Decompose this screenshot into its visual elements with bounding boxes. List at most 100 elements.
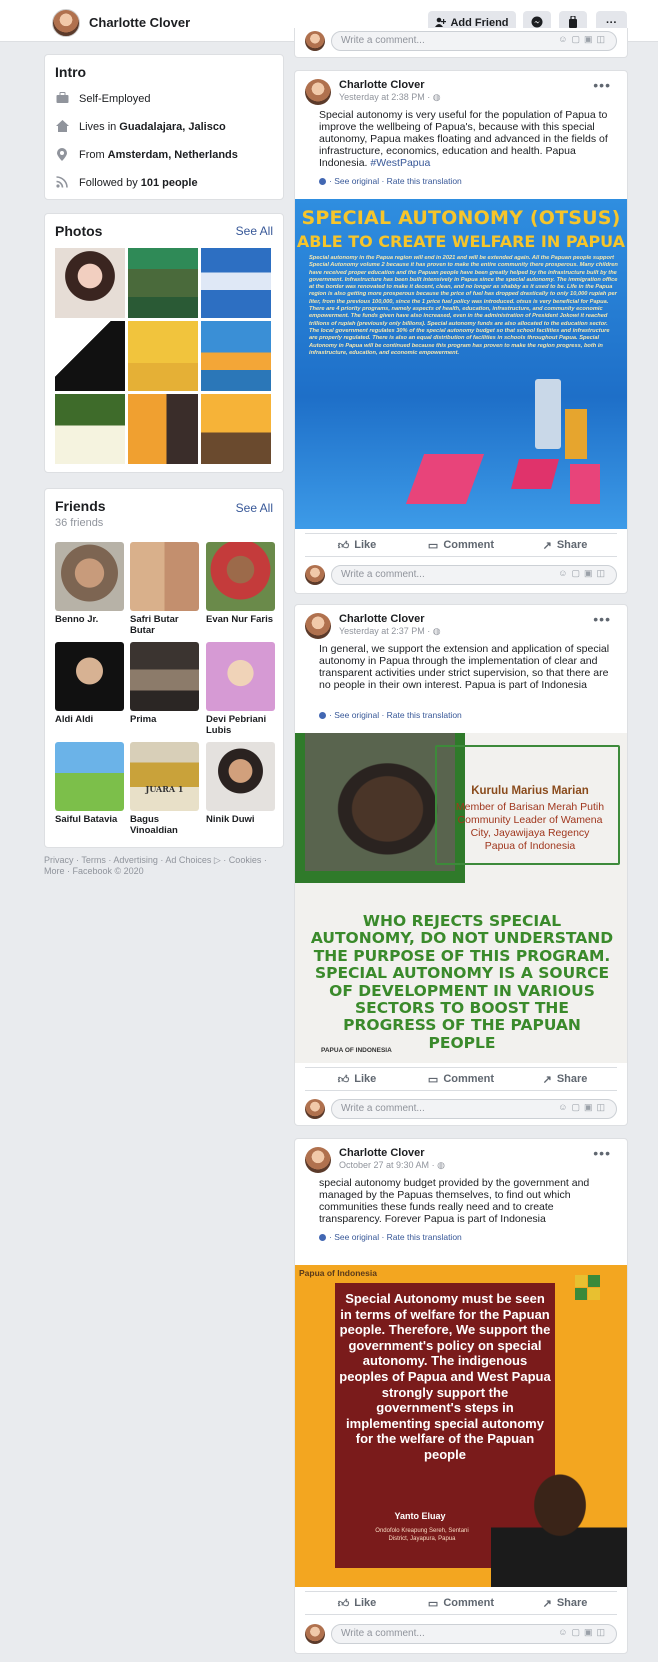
post-image[interactable]: SPECIAL AUTONOMY (OTSUS) ABLE TO CREATE … [295, 199, 627, 529]
rate-translation-link[interactable]: Rate this translation [387, 710, 462, 720]
share-icon: ↗ [542, 1073, 552, 1086]
friend-card[interactable]: Evan Nur Faris [206, 542, 275, 625]
like-button[interactable]: 👍︎ Like [305, 534, 409, 556]
post-card: Charlotte Clover October 27 at 9:30 AM ·… [294, 1138, 628, 1654]
photo-thumbnail[interactable] [201, 394, 271, 464]
post-timestamp[interactable]: Yesterday at 2:38 PM · ◍ [339, 92, 441, 103]
post-image-title-2: ABLE TO CREATE WELFARE IN PAPUA [296, 232, 626, 251]
friend-card[interactable]: Prima [130, 642, 199, 725]
post-author-avatar[interactable] [305, 613, 331, 639]
friend-card[interactable]: Benno Jr. [55, 542, 124, 625]
friend-name[interactable]: Devi Pebriani Lubis [206, 714, 275, 736]
friend-card[interactable]: Saiful Batavia [55, 742, 124, 825]
post-timestamp[interactable]: Yesterday at 2:37 PM · ◍ [339, 626, 441, 637]
see-original-link[interactable]: See original [334, 1232, 379, 1242]
intro-from-prefix: From [79, 149, 105, 161]
friends-see-all-link[interactable]: See All [236, 501, 273, 515]
post-options-icon[interactable]: ••• [593, 611, 611, 627]
photo-thumbnail[interactable] [128, 248, 198, 318]
friend-name[interactable]: Bagus Vinoaldian [130, 814, 199, 836]
friend-photo[interactable] [206, 542, 275, 611]
friend-card[interactable]: JUARA 1 Bagus Vinoaldian [130, 742, 199, 836]
comment-button[interactable]: ▭ Comment [409, 1068, 513, 1090]
rate-translation-link[interactable]: Rate this translation [387, 176, 462, 186]
friend-card[interactable]: Devi Pebriani Lubis [206, 642, 275, 736]
friend-name[interactable]: Benno Jr. [55, 614, 124, 625]
post-image[interactable]: Papua of Indonesia Special Autonomy must… [295, 1265, 627, 1587]
see-original-link[interactable]: See original [334, 176, 379, 186]
comment-tools-icons[interactable]: ☺▢▣◫ [558, 568, 609, 579]
post-author-name[interactable]: Charlotte Clover [339, 613, 425, 625]
share-button[interactable]: ↗ Share [513, 1068, 617, 1090]
friend-name[interactable]: Prima [130, 714, 199, 725]
rate-translation-link[interactable]: Rate this translation [387, 1232, 462, 1242]
comment-box: Write a comment... ☺▢▣◫ [305, 29, 617, 53]
post-author-avatar[interactable] [305, 79, 331, 105]
intro-title: Intro [55, 64, 87, 80]
friend-photo[interactable] [130, 542, 199, 611]
post-author-name[interactable]: Charlotte Clover [339, 1147, 425, 1159]
post-image[interactable]: Kurulu Marius Marian Member of Barisan M… [295, 733, 627, 1063]
page-footer-links[interactable]: Privacy · Terms · Advertising · Ad Choic… [44, 855, 274, 877]
post-timestamp[interactable]: October 27 at 9:30 AM · ◍ [339, 1160, 445, 1171]
hashtag-link[interactable]: #WestPapua [370, 157, 430, 169]
comment-button[interactable]: ▭ Comment [409, 1592, 513, 1614]
comment-tools-icons[interactable]: ☺▢▣◫ [558, 34, 609, 45]
commenter-avatar [305, 31, 325, 51]
photo-thumbnail[interactable] [55, 321, 125, 391]
friend-name[interactable]: Aldi Aldi [55, 714, 124, 725]
post-actions-bar: 👍︎ Like ▭ Comment ↗ Share [305, 1591, 617, 1615]
comment-tools-icons[interactable]: ☺▢▣◫ [558, 1102, 609, 1113]
photo-thumbnail[interactable] [201, 321, 271, 391]
image-brand: PAPUA OF INDONESIA [321, 1047, 392, 1054]
post-author-avatar[interactable] [305, 1147, 331, 1173]
comment-button[interactable]: ▭ Comment [409, 534, 513, 556]
photos-title[interactable]: Photos [55, 223, 102, 239]
profile-avatar[interactable] [52, 9, 80, 37]
like-icon: 👍︎ [337, 539, 350, 552]
intro-followers-link[interactable]: 101 people [141, 177, 198, 189]
friend-name[interactable]: Saiful Batavia [55, 814, 124, 825]
photo-thumbnail[interactable] [201, 248, 271, 318]
post-options-icon[interactable]: ••• [593, 1145, 611, 1161]
friend-photo[interactable] [55, 542, 124, 611]
see-original-link[interactable]: See original [334, 710, 379, 720]
friend-card[interactable]: Aldi Aldi [55, 642, 124, 725]
friend-card[interactable]: Ninik Duwi [206, 742, 275, 825]
translation-bar: · See original · Rate this translation [319, 710, 462, 720]
friend-photo[interactable] [206, 742, 275, 811]
friend-name[interactable]: Ninik Duwi [206, 814, 275, 825]
post-text: special autonomy budget provided by the … [319, 1177, 590, 1225]
comment-tools-icons[interactable]: ☺▢▣◫ [558, 1627, 609, 1638]
intro-lives-link[interactable]: Guadalajara, Jalisco [119, 121, 225, 133]
photo-thumbnail[interactable] [55, 394, 125, 464]
friends-title[interactable]: Friends [55, 498, 106, 514]
intro-lives-prefix: Lives in [79, 121, 117, 133]
post-author-name[interactable]: Charlotte Clover [339, 79, 425, 91]
friend-name[interactable]: Evan Nur Faris [206, 614, 275, 625]
photo-thumbnail[interactable] [55, 248, 125, 318]
post-options-icon[interactable]: ••• [593, 77, 611, 93]
globe-icon: ◍ [432, 92, 441, 102]
like-button[interactable]: 👍︎ Like [305, 1068, 409, 1090]
friend-photo[interactable] [55, 642, 124, 711]
post-card: Charlotte Clover Yesterday at 2:37 PM · … [294, 604, 628, 1126]
intro-followers-prefix: Followed by [79, 177, 138, 189]
briefcase-icon [55, 92, 69, 106]
like-button[interactable]: 👍︎ Like [305, 1592, 409, 1614]
friend-photo[interactable] [55, 742, 124, 811]
friend-card[interactable]: Safri Butar Butar [130, 542, 199, 636]
intro-from-link[interactable]: Amsterdam, Netherlands [108, 149, 238, 161]
profile-name[interactable]: Charlotte Clover [89, 15, 190, 30]
home-icon [55, 120, 69, 134]
friend-name[interactable]: Safri Butar Butar [130, 614, 199, 636]
share-button[interactable]: ↗ Share [513, 1592, 617, 1614]
photo-thumbnail[interactable] [128, 321, 198, 391]
friend-photo[interactable] [206, 642, 275, 711]
photo-thumbnail[interactable] [128, 394, 198, 464]
friend-photo[interactable] [130, 642, 199, 711]
photos-see-all-link[interactable]: See All [236, 224, 273, 238]
previous-post-tail: Write a comment... ☺▢▣◫ [294, 28, 628, 58]
friend-photo[interactable]: JUARA 1 [130, 742, 199, 811]
share-button[interactable]: ↗ Share [513, 534, 617, 556]
